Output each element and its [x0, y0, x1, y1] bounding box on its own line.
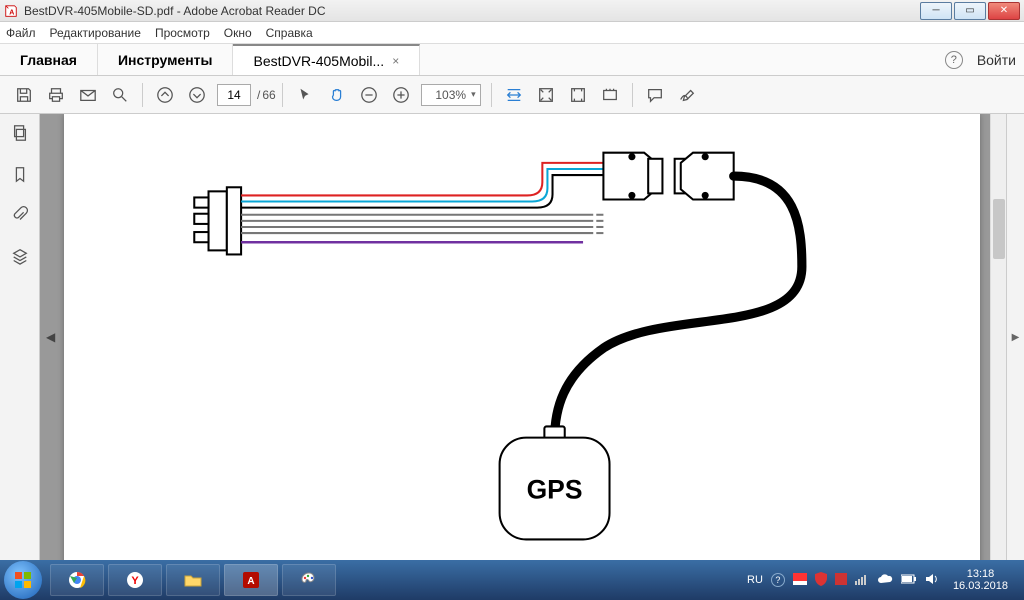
- fullscreen-icon[interactable]: [564, 81, 592, 109]
- layers-icon[interactable]: [11, 247, 29, 270]
- task-yandex[interactable]: Y: [108, 564, 162, 596]
- collapse-arrow-icon: ▶: [1012, 332, 1020, 343]
- menubar: Файл Редактирование Просмотр Окно Справк…: [0, 22, 1024, 44]
- svg-text:Y: Y: [131, 575, 139, 587]
- task-paint[interactable]: [282, 564, 336, 596]
- zoom-in-icon[interactable]: [387, 81, 415, 109]
- scrollbar-thumb[interactable]: [993, 199, 1005, 259]
- mail-icon[interactable]: [74, 81, 102, 109]
- tab-tools[interactable]: Инструменты: [98, 44, 234, 75]
- task-explorer[interactable]: [166, 564, 220, 596]
- hand-icon[interactable]: [323, 81, 351, 109]
- tray-network-icon[interactable]: [855, 573, 869, 588]
- toolbar: / 66 103%: [0, 76, 1024, 114]
- tray-lang[interactable]: RU: [747, 574, 763, 586]
- thumbnails-icon[interactable]: [11, 124, 29, 147]
- document-view[interactable]: ◀: [40, 114, 990, 560]
- fit-page-icon[interactable]: [532, 81, 560, 109]
- tab-document-label: BestDVR-405Mobil...: [253, 53, 384, 69]
- tray-flag-icon[interactable]: [793, 573, 807, 588]
- tab-home[interactable]: Главная: [0, 44, 98, 75]
- right-rail[interactable]: ▶: [1006, 114, 1024, 560]
- bookmark-icon[interactable]: [11, 165, 29, 188]
- window-titlebar: A BestDVR-405Mobile-SD.pdf - Adobe Acrob…: [0, 0, 1024, 22]
- left-rail: [0, 114, 40, 560]
- read-mode-icon[interactable]: [596, 81, 624, 109]
- comment-icon[interactable]: [641, 81, 669, 109]
- page-number-input[interactable]: [217, 84, 251, 106]
- workspace: ◀: [0, 114, 1024, 560]
- tray-battery-icon[interactable]: [901, 574, 917, 587]
- gps-label: GPS: [527, 475, 583, 505]
- zoom-out-icon[interactable]: [355, 81, 383, 109]
- system-tray: RU ? 13:18 16.03.2018: [747, 568, 1020, 592]
- tab-row: Главная Инструменты BestDVR-405Mobil... …: [0, 44, 1024, 76]
- task-chrome[interactable]: [50, 564, 104, 596]
- pdf-page: GPS: [64, 114, 980, 560]
- menu-edit[interactable]: Редактирование: [50, 26, 141, 40]
- pointer-icon[interactable]: [291, 81, 319, 109]
- page-total: 66: [262, 88, 275, 102]
- tray-app-icon[interactable]: [835, 573, 847, 588]
- tray-shield-icon[interactable]: [815, 572, 827, 589]
- close-button[interactable]: ✕: [988, 2, 1020, 20]
- window-title: BestDVR-405Mobile-SD.pdf - Adobe Acrobat…: [24, 4, 918, 18]
- menu-view[interactable]: Просмотр: [155, 26, 210, 40]
- fit-width-icon[interactable]: [500, 81, 528, 109]
- svg-text:A: A: [247, 576, 254, 587]
- search-icon[interactable]: [106, 81, 134, 109]
- maximize-button[interactable]: ▭: [954, 2, 986, 20]
- menu-window[interactable]: Окно: [224, 26, 252, 40]
- tray-date: 16.03.2018: [953, 580, 1008, 592]
- page-sep: /: [257, 88, 260, 102]
- sign-icon[interactable]: [673, 81, 701, 109]
- menu-file[interactable]: Файл: [6, 26, 36, 40]
- task-acrobat[interactable]: A: [224, 564, 278, 596]
- page-up-icon[interactable]: [151, 81, 179, 109]
- tray-onedrive-icon[interactable]: [877, 574, 893, 587]
- menu-help[interactable]: Справка: [266, 26, 313, 40]
- tray-help-icon[interactable]: ?: [771, 573, 785, 587]
- start-button[interactable]: [4, 561, 42, 599]
- attachment-icon[interactable]: [11, 206, 29, 229]
- zoom-select[interactable]: 103%: [421, 84, 481, 106]
- tray-clock[interactable]: 13:18 16.03.2018: [947, 568, 1014, 592]
- tab-close-icon[interactable]: ×: [392, 54, 399, 68]
- prev-page-arrow[interactable]: ◀: [46, 330, 55, 344]
- save-icon[interactable]: [10, 81, 38, 109]
- tab-document[interactable]: BestDVR-405Mobil... ×: [233, 44, 420, 75]
- login-button[interactable]: Войти: [977, 52, 1016, 68]
- tray-volume-icon[interactable]: [925, 573, 939, 588]
- app-icon: A: [4, 4, 18, 18]
- print-icon[interactable]: [42, 81, 70, 109]
- gps-diagram: GPS: [64, 114, 980, 560]
- minimize-button[interactable]: ─: [920, 2, 952, 20]
- tray-time: 13:18: [953, 568, 1008, 580]
- help-icon[interactable]: ?: [945, 51, 963, 69]
- svg-text:A: A: [9, 9, 14, 16]
- page-down-icon[interactable]: [183, 81, 211, 109]
- taskbar: Y A RU ? 13:18 16.03.2018: [0, 560, 1024, 600]
- vertical-scrollbar[interactable]: [990, 114, 1006, 560]
